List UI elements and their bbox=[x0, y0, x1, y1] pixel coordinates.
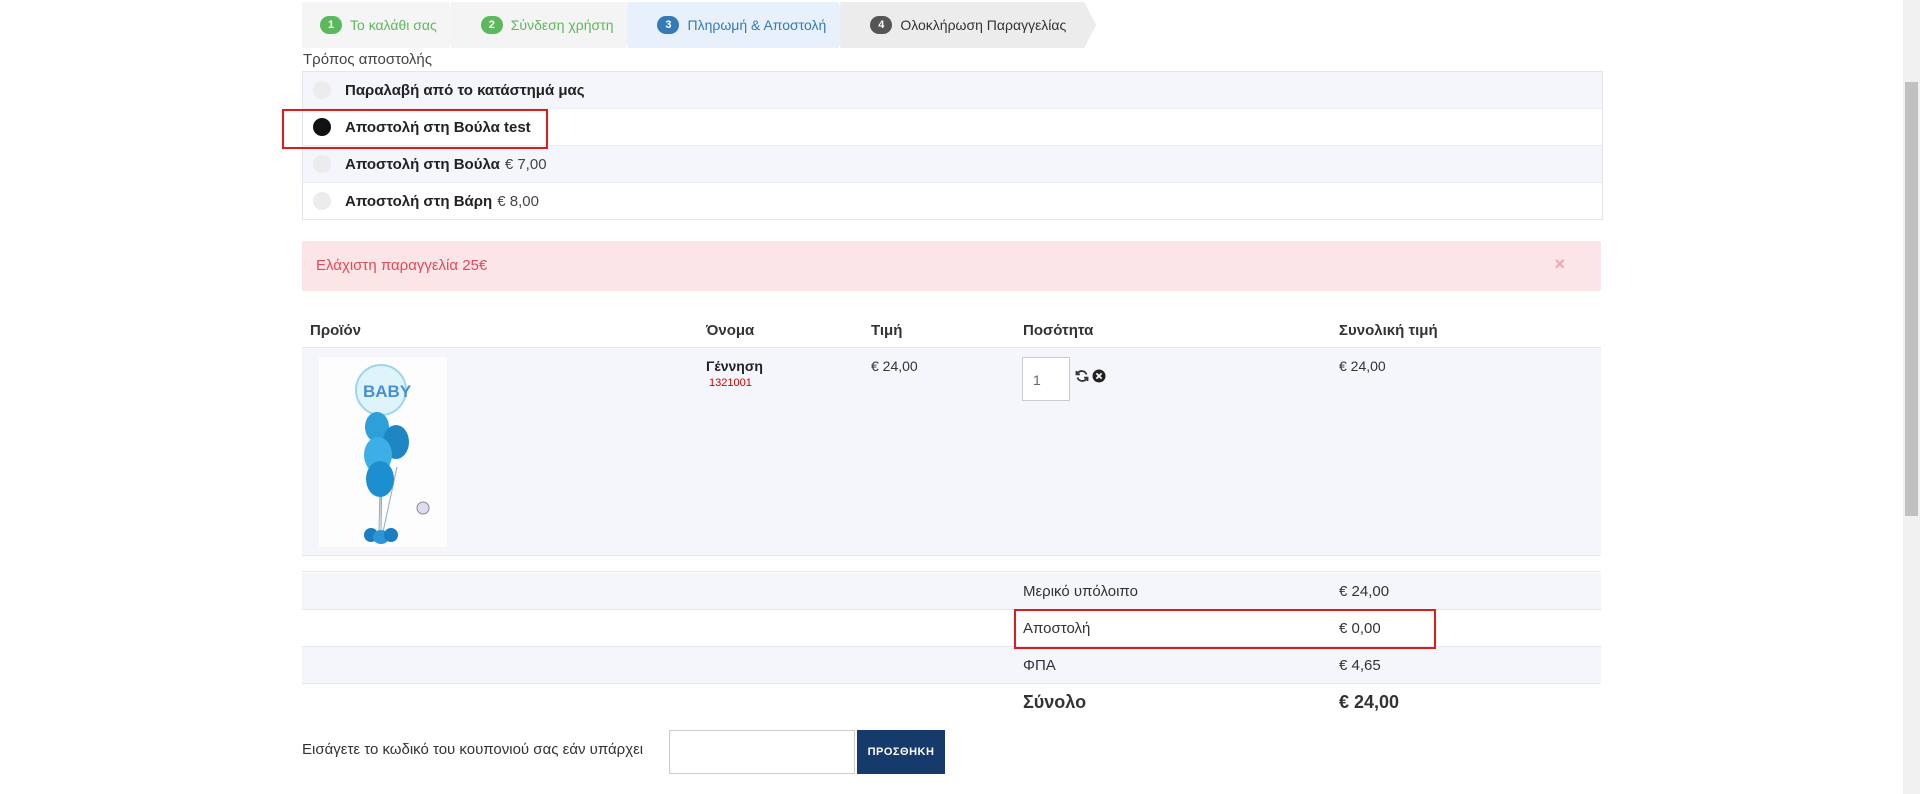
shipping-option-name: Αποστολή στη Βάρη bbox=[345, 192, 493, 210]
step-label: Σύνδεση χρήστη bbox=[510, 17, 614, 33]
min-order-alert: Ελάχιστη παραγγελία 25€ × bbox=[302, 241, 1601, 291]
row-total: € 24,00 bbox=[1339, 358, 1386, 374]
coupon-label: Εισάγετε το κωδικό του κουπονιού σας εάν… bbox=[302, 741, 644, 758]
step-number: 2 bbox=[481, 16, 503, 34]
coupon-input[interactable] bbox=[669, 730, 855, 774]
radio-button[interactable] bbox=[313, 155, 331, 173]
product-name[interactable]: Γέννηση bbox=[706, 358, 763, 374]
product-code: 1321001 bbox=[709, 377, 752, 389]
shipping-option-name: Αποστολή στη Βούλα bbox=[345, 155, 500, 173]
highlight-box-shipping-cost bbox=[1014, 609, 1436, 649]
header-total: Συνολική τιμή bbox=[1339, 322, 1438, 339]
subtotal-label: Μερικό υπόλοιπο bbox=[1023, 583, 1138, 600]
header-name: Όνομα bbox=[706, 322, 755, 339]
product-price: € 24,00 bbox=[871, 358, 918, 374]
step-login[interactable]: 2 Σύνδεση χρήστη bbox=[451, 2, 638, 48]
add-coupon-button[interactable]: ΠΡΟΣΘΗΚΗ bbox=[857, 730, 945, 774]
step-number: 3 bbox=[657, 16, 679, 34]
subtotal-row: Μερικό υπόλοιπο € 24,00 bbox=[302, 573, 1601, 610]
shipping-option[interactable]: Παραλαβή από το κατάστημά μας bbox=[303, 72, 1602, 108]
table-row: BABY Γέννηση 1321001 € 24,00 1 € 24,00 bbox=[302, 348, 1601, 556]
cart-table-header: Προϊόν Όνομα Τιμή Ποσότητα Συνολική τιμή bbox=[302, 317, 1601, 348]
quantity-input[interactable]: 1 bbox=[1022, 357, 1070, 401]
grand-total-label: Σύνολο bbox=[1023, 692, 1087, 712]
grand-total-row: Σύνολο € 24,00 bbox=[302, 684, 1601, 720]
shipping-option-price: € 7,00 bbox=[504, 155, 547, 173]
svg-text:BABY: BABY bbox=[363, 382, 412, 401]
step-complete-order[interactable]: 4 Ολοκλήρωση Παραγγελίας bbox=[840, 2, 1096, 48]
product-image[interactable]: BABY bbox=[319, 357, 447, 547]
step-cart[interactable]: 1 Το καλάθι σας bbox=[302, 2, 461, 48]
step-label: Το καλάθι σας bbox=[350, 17, 437, 33]
shipping-option-name: Παραλαβή από το κατάστημά μας bbox=[345, 81, 585, 99]
close-icon[interactable]: × bbox=[1554, 254, 1565, 275]
radio-button[interactable] bbox=[313, 81, 331, 99]
step-label: Πληρωμή & Αποστολή bbox=[687, 17, 827, 33]
step-payment-shipping[interactable]: 3 Πληρωμή & Αποστολή bbox=[627, 2, 850, 48]
header-quantity: Ποσότητα bbox=[1023, 322, 1094, 339]
highlight-box-shipping-option bbox=[282, 109, 548, 149]
vat-row: ΦΠΑ € 4,65 bbox=[302, 647, 1601, 684]
step-number: 1 bbox=[320, 16, 342, 34]
vat-value: € 4,65 bbox=[1339, 657, 1381, 674]
refresh-icon[interactable] bbox=[1075, 369, 1089, 383]
remove-icon[interactable] bbox=[1092, 369, 1106, 383]
step-label: Ολοκλήρωση Παραγγελίας bbox=[900, 17, 1067, 33]
shipping-option[interactable]: Αποστολή στη Βάρη € 8,00 bbox=[303, 182, 1602, 219]
checkout-steps: 1 Το καλάθι σας 2 Σύνδεση χρήστη 3 Πληρω… bbox=[302, 2, 1086, 48]
subtotal-value: € 24,00 bbox=[1339, 583, 1390, 600]
table-spacer bbox=[302, 556, 1601, 572]
scrollbar-thumb[interactable] bbox=[1905, 82, 1918, 516]
alert-message: Ελάχιστη παραγγελία 25€ bbox=[316, 257, 488, 274]
shipping-option-price: € 8,00 bbox=[497, 192, 539, 210]
header-price: Τιμή bbox=[871, 322, 903, 339]
radio-button[interactable] bbox=[313, 192, 331, 210]
grand-total-value: € 24,00 bbox=[1339, 692, 1400, 712]
shipping-method-title: Τρόπος αποστολής bbox=[303, 51, 432, 68]
step-number: 4 bbox=[870, 16, 892, 34]
vat-label: ΦΠΑ bbox=[1023, 657, 1056, 674]
shipping-option[interactable]: Αποστολή στη Βούλα € 7,00 bbox=[303, 145, 1602, 182]
header-product: Προϊόν bbox=[310, 322, 361, 339]
